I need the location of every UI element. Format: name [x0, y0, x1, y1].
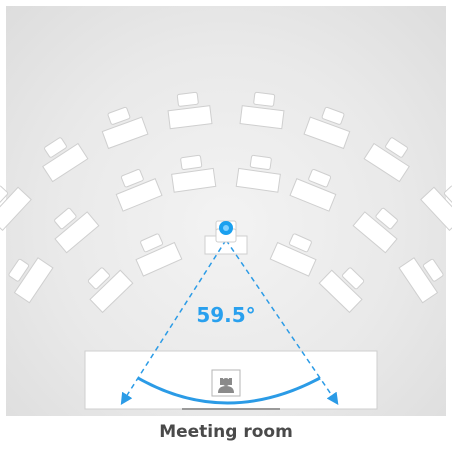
seat-chair [249, 154, 272, 171]
meeting-room-diagram: 59.5° Meeting room [0, 0, 452, 457]
seat-chair [180, 154, 203, 171]
room-caption: Meeting room [159, 422, 293, 442]
person-at-desk-icon [211, 369, 241, 397]
fov-angle-label: 59.5° [196, 303, 255, 327]
room-layout: 59.5° [0, 6, 452, 416]
seat-chair [253, 91, 276, 107]
seat-chair [176, 91, 199, 107]
